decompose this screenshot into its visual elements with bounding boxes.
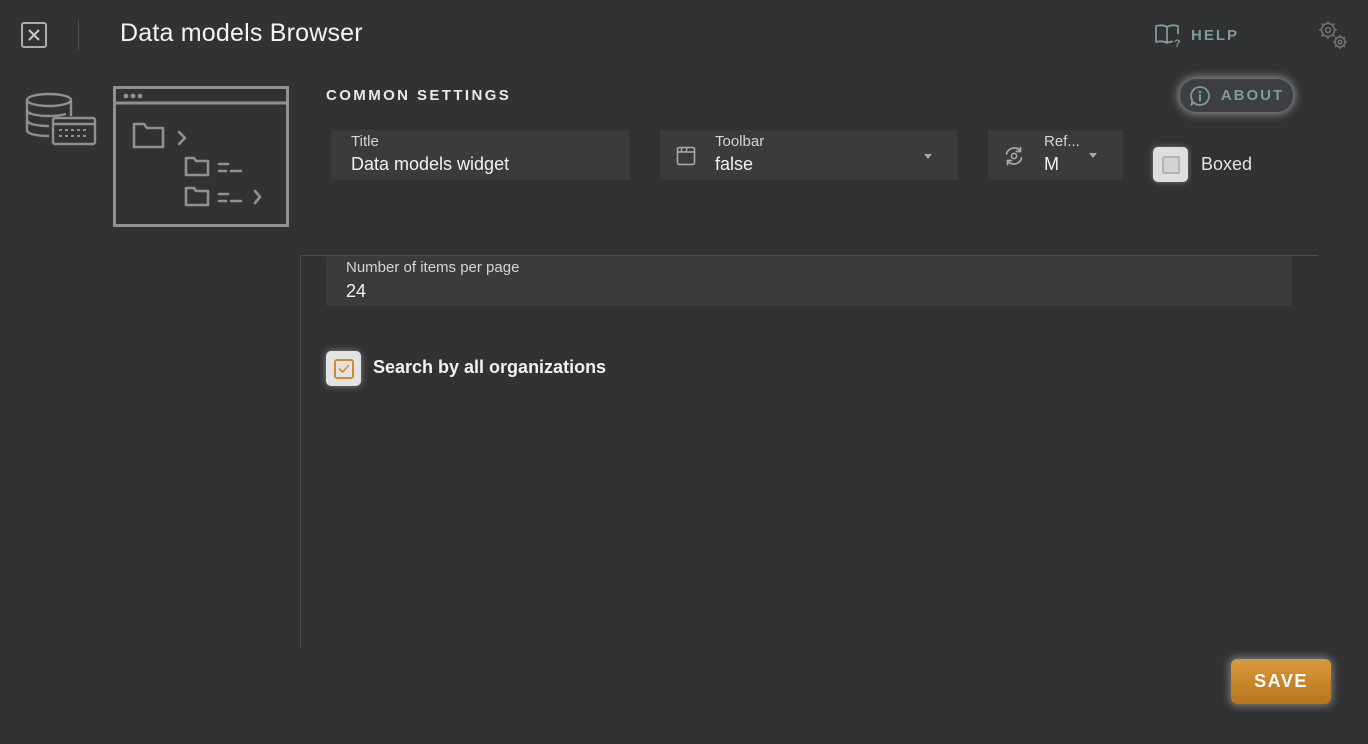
refresh-icon	[1005, 146, 1023, 166]
refresh-select[interactable]: Ref... M	[988, 130, 1123, 180]
toolbar-icon	[676, 146, 696, 166]
items-per-page-label: Number of items per page	[346, 259, 520, 276]
info-chat-icon	[1189, 85, 1210, 106]
panel-divider-vertical	[300, 255, 301, 649]
title-field[interactable]: Title Data models widget	[331, 130, 630, 180]
help-button[interactable]: ? HELP	[1154, 22, 1239, 48]
items-per-page-field[interactable]: Number of items per page 24	[326, 256, 1292, 306]
chevron-down-icon	[924, 154, 932, 159]
check-icon-box	[333, 358, 354, 379]
help-label: HELP	[1191, 26, 1240, 44]
chevron-down-icon	[1089, 153, 1097, 158]
search-all-orgs-label: Search by all organizations	[373, 357, 607, 377]
about-label: ABOUT	[1220, 87, 1285, 104]
header-divider	[78, 20, 79, 50]
svg-text:?: ?	[1174, 38, 1182, 48]
items-per-page-value[interactable]: 24	[346, 281, 366, 302]
check-icon	[338, 364, 349, 373]
boxed-label: Boxed	[1201, 154, 1253, 174]
toolbar-value: false	[715, 154, 754, 174]
title-field-label: Title	[351, 133, 379, 150]
database-table-icon	[24, 92, 98, 148]
save-button[interactable]: SAVE	[1231, 659, 1331, 704]
widget-preview-illustration	[113, 86, 289, 227]
search-all-orgs-checkbox[interactable]	[326, 351, 361, 386]
close-button[interactable]	[21, 22, 47, 48]
common-settings-title: COMMON SETTINGS	[326, 87, 512, 104]
refresh-value: M	[1044, 154, 1059, 174]
title-field-value[interactable]: Data models widget	[351, 154, 509, 175]
gears-icon	[1319, 21, 1347, 49]
checkbox-unchecked-icon	[1161, 155, 1180, 174]
book-help-icon: ?	[1155, 24, 1182, 48]
settings-button[interactable]	[1316, 18, 1350, 52]
page-title: Data models Browser	[120, 19, 363, 47]
toolbar-label: Toolbar	[715, 133, 765, 150]
boxed-checkbox[interactable]	[1153, 147, 1188, 182]
about-button[interactable]: ABOUT	[1180, 79, 1293, 112]
refresh-label: Ref...	[1044, 133, 1080, 150]
close-icon	[28, 29, 40, 41]
toolbar-select[interactable]: Toolbar false	[660, 130, 958, 180]
